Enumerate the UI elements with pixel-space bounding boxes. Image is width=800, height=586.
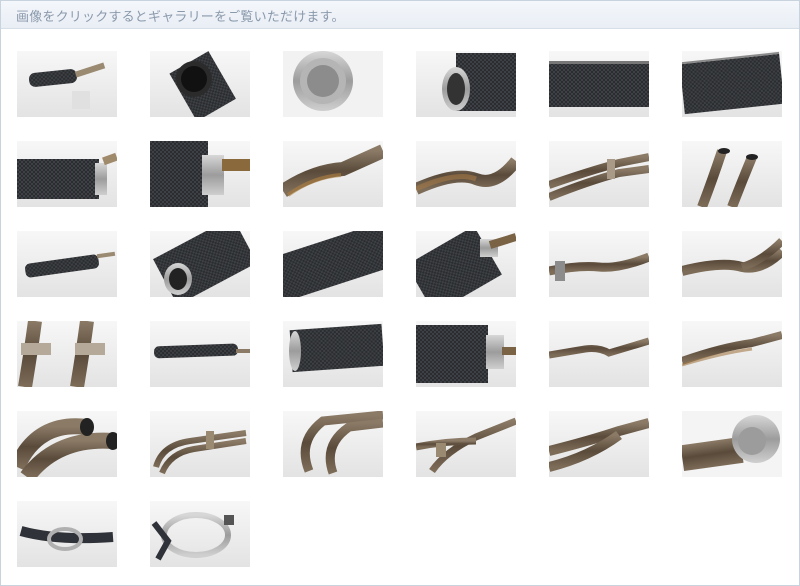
muffler-full-horizontal-photo	[150, 321, 250, 387]
mounting-band-photo	[150, 501, 250, 567]
muffler-carbon-body-photo	[549, 51, 649, 117]
header-pipe-bronze-photo	[416, 141, 516, 207]
gallery-thumbnail-13[interactable]	[17, 231, 117, 297]
gallery-thumbnail-17[interactable]	[549, 231, 649, 297]
header-pipes-assembly-photo	[150, 411, 250, 477]
muffler-inlet-joint-photo	[416, 321, 516, 387]
muffler-outlet-inner-photo	[283, 51, 383, 117]
header-pipe-bend-photo	[283, 141, 383, 207]
header-pipes-u-bends-photo	[283, 411, 383, 477]
muffler-full-side-photo	[17, 51, 117, 117]
header-pipe-straight-photo	[682, 321, 782, 387]
gallery-header: 画像をクリックするとギャラリーをご覧いただけます。	[1, 1, 799, 29]
gallery-thumbnail-15[interactable]	[283, 231, 383, 297]
gallery-thumbnail-27[interactable]	[283, 411, 383, 477]
header-pipe-loops-photo	[17, 411, 117, 477]
muffler-sleeve-closeup-photo	[682, 411, 782, 477]
gallery-thumbnail-18[interactable]	[682, 231, 782, 297]
gallery-panel: 画像をクリックするとギャラリーをご覧いただけます。	[0, 0, 800, 586]
gallery-thumbnail-5[interactable]	[549, 51, 649, 117]
gallery-thumbnail-11[interactable]	[549, 141, 649, 207]
gallery-thumbnail-29[interactable]	[549, 411, 649, 477]
gallery-thumbnail-7[interactable]	[17, 141, 117, 207]
gallery-thumbnail-4[interactable]	[416, 51, 516, 117]
gallery-thumbnail-22[interactable]	[416, 321, 516, 387]
gallery-thumbnail-6[interactable]	[682, 51, 782, 117]
muffler-inlet-pipe-photo	[416, 231, 516, 297]
gallery-thumbnail-20[interactable]	[150, 321, 250, 387]
gallery-thumbnail-1[interactable]	[17, 51, 117, 117]
thumbnail-grid	[17, 51, 782, 567]
muffler-outlet-closeup-photo	[150, 231, 250, 297]
gallery-thumbnail-16[interactable]	[416, 231, 516, 297]
muffler-carbon-side-photo	[283, 321, 383, 387]
gallery-thumbnail-12[interactable]	[682, 141, 782, 207]
gallery-thumbnail-24[interactable]	[682, 321, 782, 387]
gallery-thumbnail-9[interactable]	[283, 141, 383, 207]
muffler-outlet-dark-photo	[150, 51, 250, 117]
header-pipes-collector-photo	[416, 411, 516, 477]
muffler-full-diagonal-photo	[17, 231, 117, 297]
gallery-thumbnail-32[interactable]	[150, 501, 250, 567]
muffler-carbon-weave-photo	[283, 231, 383, 297]
header-pipe-y-section-photo	[549, 411, 649, 477]
gallery-thumbnail-21[interactable]	[283, 321, 383, 387]
gallery-thumbnail-30[interactable]	[682, 411, 782, 477]
gallery-thumbnail-2[interactable]	[150, 51, 250, 117]
gallery-thumbnail-19[interactable]	[17, 321, 117, 387]
header-pipe-curve-photo	[549, 231, 649, 297]
muffler-carbon-inlet-photo	[17, 141, 117, 207]
gallery-thumbnail-25[interactable]	[17, 411, 117, 477]
gallery-thumbnail-10[interactable]	[416, 141, 516, 207]
muffler-joint-pipe-photo	[150, 141, 250, 207]
gallery-instruction-text: 画像をクリックするとギャラリーをご覧いただけます。	[16, 10, 345, 25]
header-pipe-long-photo	[549, 321, 649, 387]
gallery-thumbnail-28[interactable]	[416, 411, 516, 477]
header-pipe-ends-photo	[682, 141, 782, 207]
mounting-strap-photo	[17, 501, 117, 567]
gallery-thumbnail-31[interactable]	[17, 501, 117, 567]
gallery-thumbnail-14[interactable]	[150, 231, 250, 297]
muffler-carbon-end-photo	[416, 51, 516, 117]
header-pipes-twin-photo	[549, 141, 649, 207]
header-flanges-photo	[17, 321, 117, 387]
gallery-thumbnail-23[interactable]	[549, 321, 649, 387]
gallery-thumbnail-26[interactable]	[150, 411, 250, 477]
gallery-thumbnail-3[interactable]	[283, 51, 383, 117]
muffler-carbon-long-photo	[682, 51, 782, 117]
gallery-thumbnail-8[interactable]	[150, 141, 250, 207]
header-pipe-y-joint-photo	[682, 231, 782, 297]
